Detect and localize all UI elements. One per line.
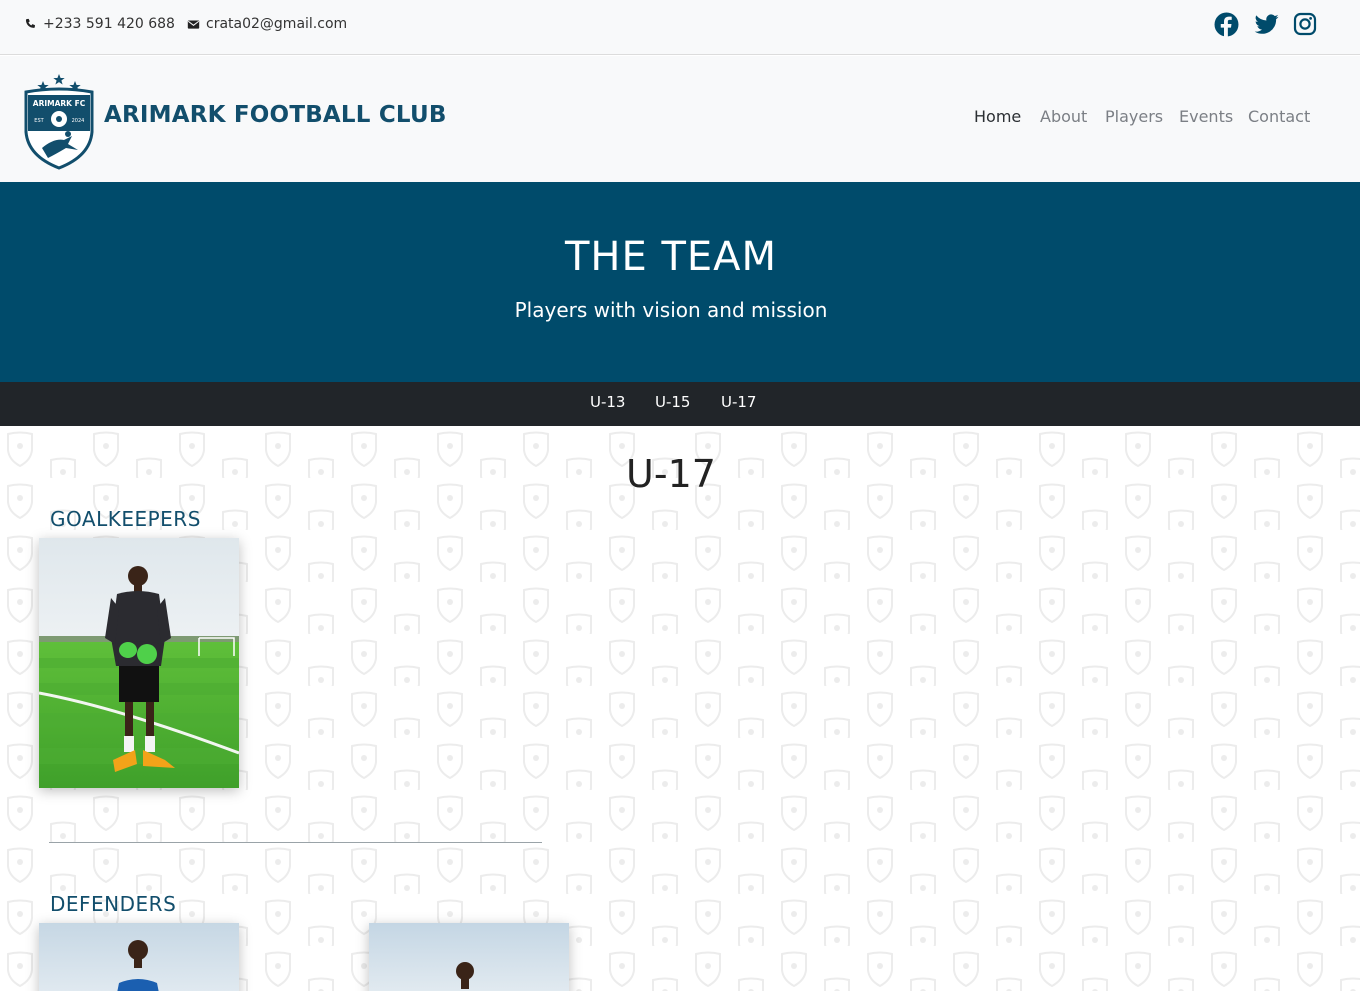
player-card-goalkeeper[interactable] [39, 538, 239, 788]
logo-est-text: EST [34, 118, 44, 124]
tab-u13[interactable]: U-13 [590, 393, 625, 411]
phone-icon [25, 18, 35, 28]
email-address: crata02@gmail.com [206, 16, 348, 32]
team-roster-section: U-17 GOALKEEPERS DEFENDERS [0, 426, 1360, 991]
site-header: ARIMARK FC EST 2024 ARIMARK FOOTBALL CLU… [0, 56, 1360, 182]
twitter-icon[interactable] [1254, 12, 1279, 37]
email-contact[interactable]: crata02@gmail.com [187, 16, 347, 32]
team-title: U-17 [626, 452, 716, 496]
nav-contact[interactable]: Contact [1248, 107, 1310, 126]
nav-players[interactable]: Players [1105, 107, 1163, 126]
nav-home[interactable]: Home [974, 107, 1021, 126]
logo-name-text: ARIMARK FC [33, 99, 86, 108]
player-card-defender-2[interactable] [369, 923, 569, 991]
hero-title: THE TEAM [564, 234, 778, 280]
tab-u17[interactable]: U-17 [721, 393, 756, 411]
envelope-icon [187, 19, 200, 29]
goalkeepers-heading: GOALKEEPERS [50, 507, 201, 531]
nav-events[interactable]: Events [1179, 107, 1233, 126]
section-divider [49, 842, 542, 843]
club-logo[interactable]: ARIMARK FC EST 2024 [22, 68, 96, 170]
logo-star-2 [53, 74, 65, 85]
facebook-icon[interactable] [1214, 12, 1239, 37]
phone-number: +233 591 420 688 [43, 16, 175, 32]
player-photo [39, 538, 239, 788]
player-photo [369, 923, 569, 991]
phone-contact[interactable]: +233 591 420 688 [24, 16, 175, 32]
logo-year-text: 2024 [72, 118, 85, 124]
defenders-heading: DEFENDERS [50, 892, 177, 916]
hero-subtitle: Players with vision and mission [514, 298, 828, 322]
top-contact-bar: +233 591 420 688 crata02@gmail.com [0, 0, 1360, 55]
hero-banner: THE TEAM Players with vision and mission [0, 182, 1360, 382]
nav-about[interactable]: About [1040, 107, 1087, 126]
tab-u15[interactable]: U-15 [655, 393, 690, 411]
player-card-defender-1[interactable] [39, 923, 239, 991]
player-photo [39, 923, 239, 991]
age-group-tabs: U-13 U-15 U-17 [0, 382, 1360, 426]
instagram-icon[interactable] [1293, 12, 1318, 37]
club-name[interactable]: ARIMARK FOOTBALL CLUB [104, 102, 447, 128]
